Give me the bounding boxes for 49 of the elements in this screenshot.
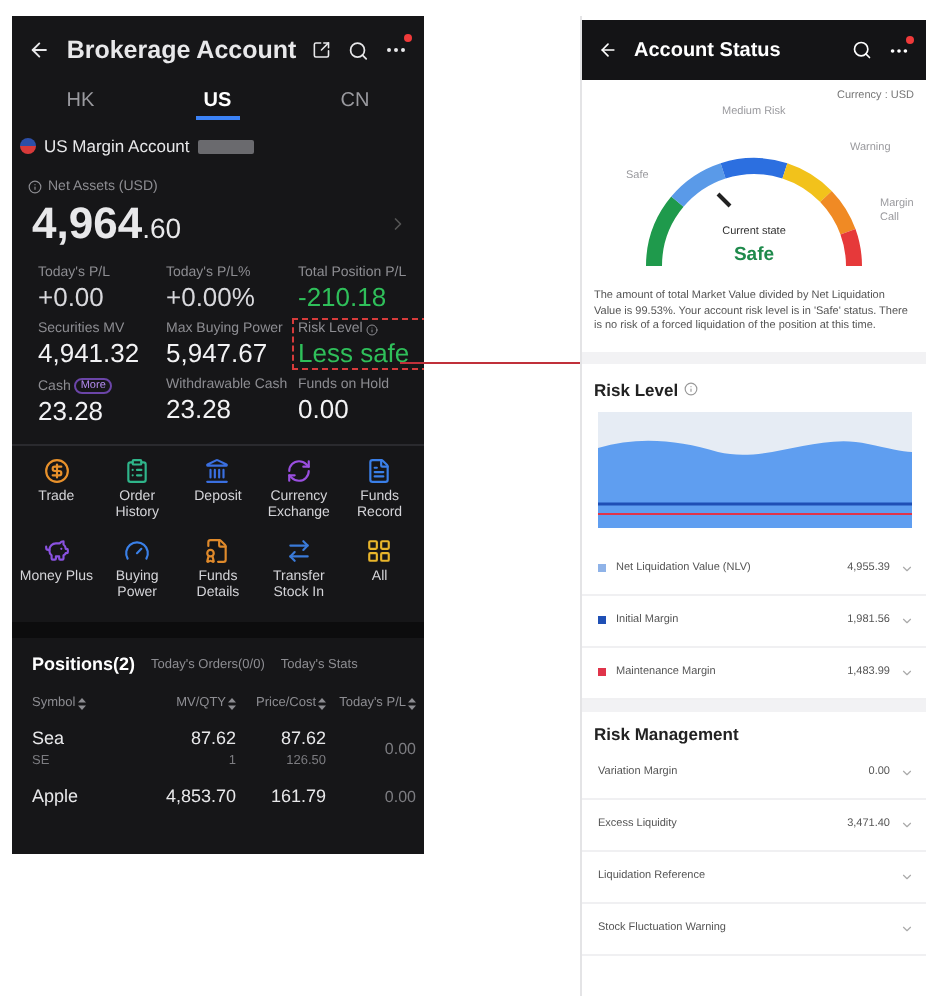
symbol-name: Apple: [32, 786, 79, 806]
price: 87.62: [280, 728, 326, 748]
sort-icon: [228, 697, 236, 709]
market-value: 87.62: [190, 728, 236, 748]
positions-tab[interactable]: Positions(2): [32, 654, 136, 674]
stat-value: 0.00: [298, 394, 351, 424]
stat-value: +0.00: [38, 282, 106, 312]
stat-value: 5,947.67: [166, 338, 270, 368]
price: 161.79: [270, 786, 326, 806]
back-icon[interactable]: [28, 38, 51, 62]
info-icon[interactable]: [28, 180, 42, 194]
market-tab[interactable]: CN: [332, 84, 378, 120]
stat-value: 23.28: [166, 394, 234, 424]
stat-value: +0.00%: [166, 282, 257, 312]
today-pl: 0.00: [384, 787, 416, 805]
expand-icon[interactable]: [900, 765, 914, 779]
state-value: Safe: [733, 244, 775, 266]
screen-title: Account Status: [634, 39, 783, 61]
search-icon[interactable]: [852, 40, 872, 60]
stat-value: -210.18: [298, 282, 389, 312]
account-name[interactable]: US Margin Account: [44, 136, 190, 156]
symbol-name: Sea: [32, 728, 65, 748]
expand-icon[interactable]: [900, 665, 914, 679]
expand-icon[interactable]: [900, 921, 914, 935]
info-icon[interactable]: [366, 323, 379, 335]
expand-icon[interactable]: [900, 869, 914, 883]
back-icon[interactable]: [598, 40, 618, 60]
screen-title: Brokerage Account: [66, 36, 297, 64]
stat-value: 23.28: [38, 396, 106, 426]
market-tab[interactable]: US: [195, 84, 240, 120]
section-title: Risk Level: [594, 379, 679, 399]
market-value: 4,853.70: [165, 786, 236, 806]
sort-icon: [408, 697, 416, 709]
market-tab[interactable]: HK: [58, 84, 103, 120]
expand-icon[interactable]: [900, 613, 914, 627]
share-icon[interactable]: [312, 40, 332, 60]
info-icon[interactable]: [684, 382, 699, 396]
section-title: Risk Management: [594, 723, 739, 743]
search-icon[interactable]: [347, 39, 368, 61]
today-pl: 0.00: [384, 739, 416, 757]
sort-icon: [77, 697, 86, 709]
stat-value: Less safe: [298, 338, 412, 368]
net-assets-value: 4,964.60: [32, 198, 182, 250]
flag-icon: [20, 138, 36, 154]
expand-icon[interactable]: [900, 817, 914, 831]
expand-icon[interactable]: [900, 561, 914, 575]
stat-value: 4,941.32: [38, 338, 142, 368]
sort-icon: [318, 697, 326, 709]
masked-account-number: [197, 139, 254, 153]
